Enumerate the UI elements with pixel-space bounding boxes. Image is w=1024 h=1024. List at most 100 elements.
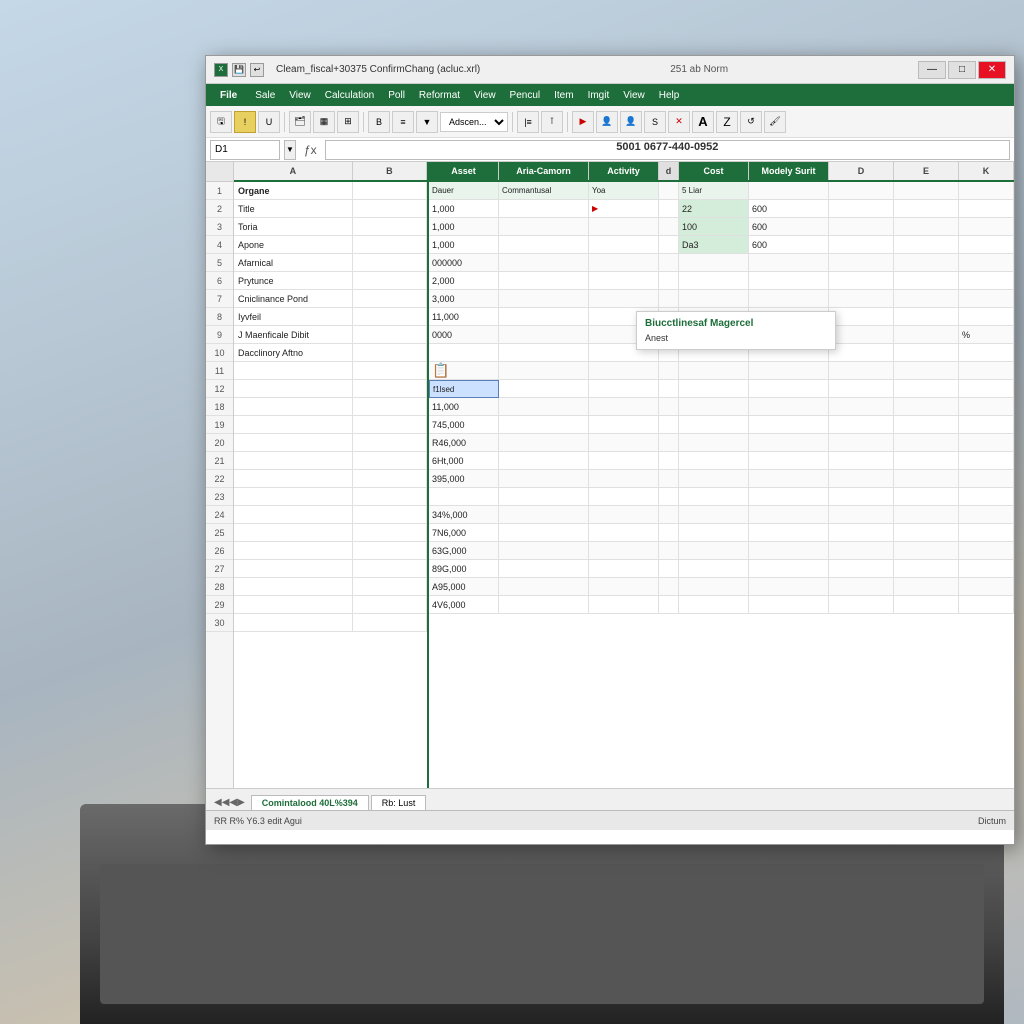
cell-e2-19[interactable] [894,398,959,416]
cell-e2-8[interactable] [894,290,959,308]
cell-mod23[interactable] [749,470,829,488]
cell-f19[interactable] [589,398,659,416]
cell-d2-6[interactable] [829,254,894,272]
cell-c26[interactable]: 7N6,000 [429,524,499,542]
cell-mod20[interactable] [749,416,829,434]
cell-blank6[interactable] [659,254,679,272]
cell-d11[interactable] [499,344,589,362]
cell-e2-4[interactable] [894,218,959,236]
cell-f12[interactable] [589,362,659,380]
toolbar-btn-6[interactable]: ⊞ [337,111,359,133]
cell-f5[interactable] [589,236,659,254]
cell-mod18[interactable] [749,380,829,398]
cell-d19[interactable] [499,398,589,416]
cell-f22[interactable] [589,452,659,470]
cell-k18[interactable] [959,380,1014,398]
sheet-nav-left[interactable]: ◀◀◀▶ [210,795,249,810]
cell-b6[interactable] [353,272,427,290]
cell-a5[interactable]: Afarnical [234,254,353,272]
cell-mod24[interactable] [749,488,829,506]
cell-k20[interactable] [959,416,1014,434]
cell-k9[interactable] [959,308,1014,326]
cell-k28[interactable] [959,560,1014,578]
cell-e2-27[interactable] [894,542,959,560]
cell-k22[interactable] [959,452,1014,470]
cell-d2-4[interactable] [829,218,894,236]
cell-e28[interactable] [679,560,749,578]
cell-d2-9[interactable] [829,308,894,326]
cell-k5[interactable] [959,236,1014,254]
cell-e29[interactable] [679,578,749,596]
cell-a22[interactable] [234,470,353,488]
cell-e12[interactable] [679,362,749,380]
cell-k23[interactable] [959,470,1014,488]
cell-a20[interactable] [234,434,353,452]
cell-blank18[interactable] [659,380,679,398]
cell-mod3[interactable]: 600 [749,200,829,218]
cell-d2-30[interactable] [829,596,894,614]
cell-k25[interactable] [959,506,1014,524]
cell-b28[interactable] [353,578,427,596]
menu-pencul[interactable]: Pencul [504,88,547,103]
cell-e2-29[interactable] [894,578,959,596]
cell-a11[interactable] [234,362,353,380]
cell-k19[interactable] [959,398,1014,416]
cell-e20[interactable] [679,416,749,434]
cell-a8[interactable]: Iyvfeil [234,308,353,326]
cell-e2-25[interactable] [894,506,959,524]
cell-e2-26[interactable] [894,524,959,542]
cell-f7[interactable] [589,272,659,290]
cell-d30[interactable] [499,596,589,614]
cell-k7[interactable] [959,272,1014,290]
cell-f28[interactable] [589,560,659,578]
cell-e8[interactable] [679,290,749,308]
cell-blank24[interactable] [659,488,679,506]
menu-view3[interactable]: View [617,88,651,103]
cell-blank30[interactable] [659,596,679,614]
cell-b18[interactable] [353,398,427,416]
cell-f20[interactable] [589,416,659,434]
cell-d2-19[interactable] [829,398,894,416]
cell-e2-9[interactable] [894,308,959,326]
cell-d2-29[interactable] [829,578,894,596]
maximize-button[interactable]: □ [948,61,976,79]
cell-d22[interactable] [499,452,589,470]
toolbar-btn-3[interactable]: U [258,111,280,133]
menu-file[interactable]: File [210,88,247,103]
cell-f29[interactable] [589,578,659,596]
toolbar-btn-16[interactable]: 🖌 [764,111,786,133]
cell-e2-18[interactable] [894,380,959,398]
cell-b1[interactable] [353,182,427,200]
cell-c3[interactable]: 1,000 [429,200,499,218]
col-header-d[interactable]: Aria-Camorn [499,162,589,180]
cell-mod6[interactable] [749,254,829,272]
cell-d-sub[interactable]: Commantusal [499,182,589,200]
cell-c8[interactable]: 3,000 [429,290,499,308]
cell-k11[interactable] [959,344,1014,362]
cell-e2-28[interactable] [894,560,959,578]
toolbar-btn-9[interactable]: ▼ [416,111,438,133]
cell-b7[interactable] [353,290,427,308]
cell-f25[interactable] [589,506,659,524]
cell-f6[interactable] [589,254,659,272]
cell-b20[interactable] [353,434,427,452]
cell-k21[interactable] [959,434,1014,452]
cell-c12[interactable]: 📋 [429,362,499,380]
toolbar-btn-person[interactable]: 👤 [596,111,618,133]
col-header-f[interactable]: Activity [589,162,659,180]
cell-f4[interactable] [589,218,659,236]
cell-b12[interactable] [353,380,427,398]
cell-b24[interactable] [353,506,427,524]
cell-ref-dropdown[interactable]: ▼ [284,140,296,160]
cell-c24[interactable] [429,488,499,506]
cell-f27[interactable] [589,542,659,560]
cell-e2-24[interactable] [894,488,959,506]
cell-d7[interactable] [499,272,589,290]
cell-a28[interactable] [234,578,353,596]
cell-c4[interactable]: 1,000 [429,218,499,236]
cell-d2-12[interactable] [829,362,894,380]
cell-e26[interactable] [679,524,749,542]
toolbar-btn-10[interactable]: |≡ [517,111,539,133]
cell-mod4[interactable]: 600 [749,218,829,236]
cell-mod26[interactable] [749,524,829,542]
